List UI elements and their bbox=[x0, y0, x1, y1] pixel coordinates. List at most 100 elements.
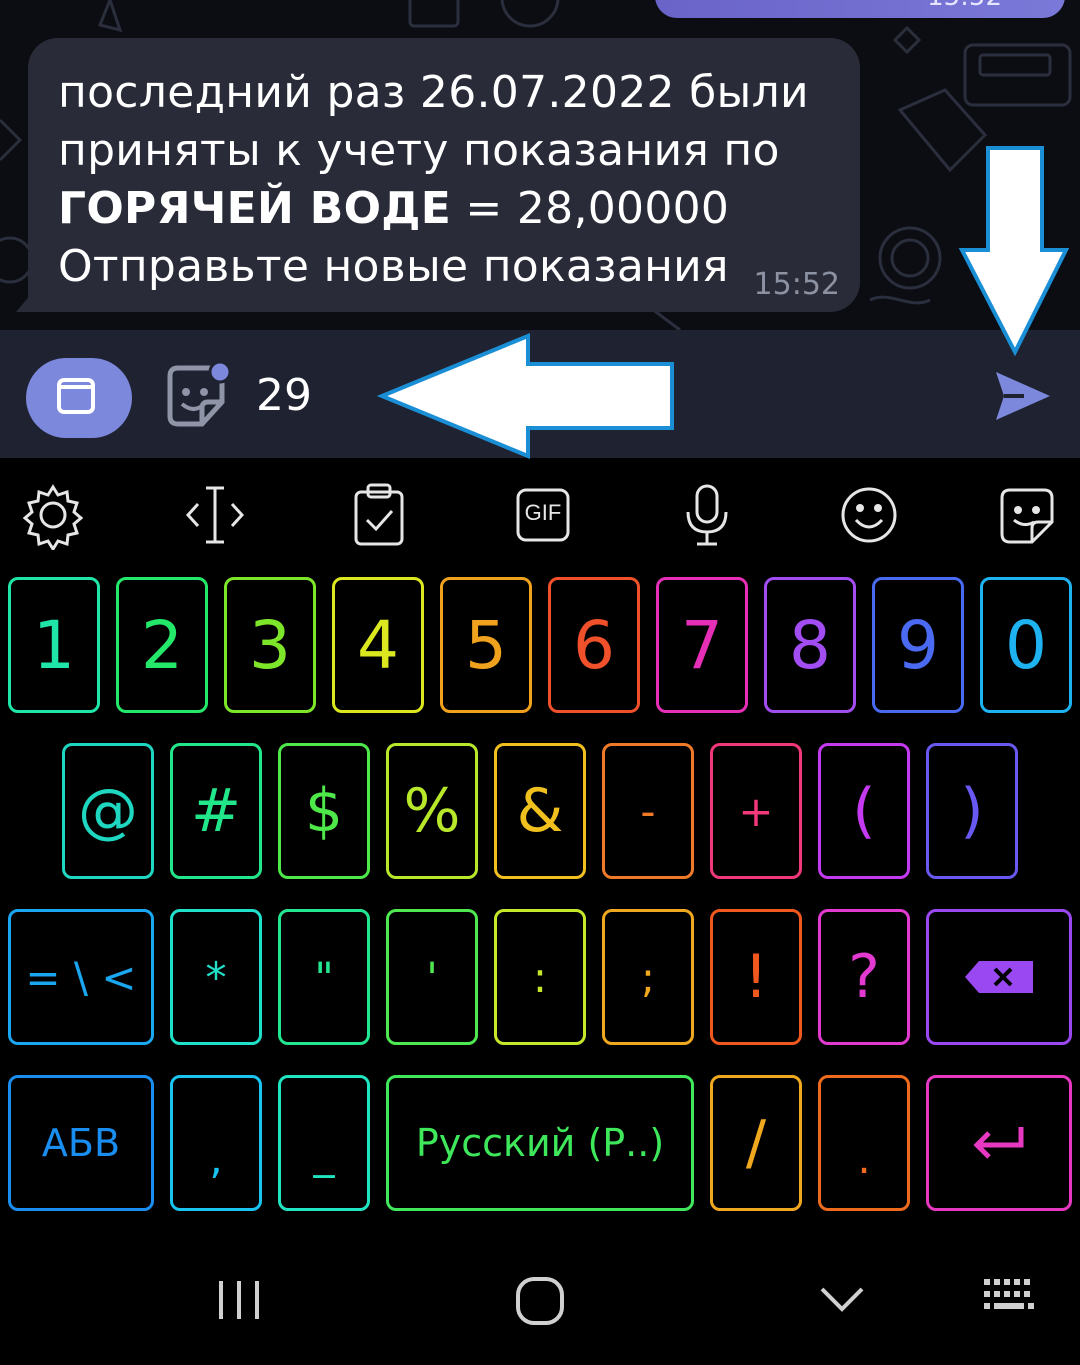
key-label: / bbox=[745, 1108, 767, 1178]
hide-keyboard-icon[interactable] bbox=[818, 1275, 866, 1323]
key-7[interactable]: 7 bbox=[656, 577, 748, 713]
key-exclamation[interactable]: ! bbox=[710, 909, 802, 1045]
keyboard-toolbar: GIF bbox=[0, 460, 1080, 570]
key-label: " bbox=[314, 952, 334, 1002]
emoji-icon[interactable] bbox=[834, 480, 904, 550]
message-line-1: последний раз 26.07.2022 были bbox=[58, 67, 809, 118]
incoming-message-bubble[interactable]: последний раз 26.07.2022 были приняты к … bbox=[28, 38, 860, 312]
key-plus[interactable]: + bbox=[710, 743, 802, 879]
key-label: ; bbox=[640, 952, 656, 1002]
text-cursor-icon[interactable] bbox=[180, 480, 250, 550]
key-label: 8 bbox=[789, 606, 831, 684]
message-line-4: Отправьте новые показания bbox=[58, 241, 729, 292]
key-label: @ bbox=[78, 776, 138, 846]
key-underscore[interactable]: _ bbox=[278, 1075, 370, 1211]
key-label: АБВ bbox=[41, 1121, 121, 1165]
key-1[interactable]: 1 bbox=[8, 577, 100, 713]
key-question[interactable]: ? bbox=[818, 909, 910, 1045]
key-close-paren[interactable]: ) bbox=[926, 743, 1018, 879]
home-icon[interactable] bbox=[514, 1275, 566, 1327]
key-4[interactable]: 4 bbox=[332, 577, 424, 713]
key-period[interactable]: . bbox=[818, 1075, 910, 1211]
key-label: _ bbox=[313, 1128, 335, 1178]
key-label: 5 bbox=[465, 606, 507, 684]
recents-icon[interactable] bbox=[214, 1275, 264, 1325]
key-label: 4 bbox=[357, 606, 399, 684]
key-label: $ bbox=[304, 776, 344, 846]
keyboard-toggle-button[interactable] bbox=[26, 358, 132, 438]
key-label: + bbox=[738, 786, 774, 836]
key-label: 2 bbox=[141, 606, 183, 684]
message-input[interactable]: 29 bbox=[256, 370, 312, 421]
key-semicolon[interactable]: ; bbox=[602, 909, 694, 1045]
message-line-3: ГОРЯЧЕЙ ВОДЕ = 28,00000 bbox=[58, 180, 729, 238]
key-open-paren[interactable]: ( bbox=[818, 743, 910, 879]
key-label: % bbox=[403, 776, 461, 846]
backspace-icon bbox=[965, 961, 1033, 993]
key-label: ) bbox=[960, 776, 984, 846]
key-asterisk[interactable]: * bbox=[170, 909, 262, 1045]
previous-message-time: 15:52 bbox=[927, 0, 1002, 12]
keyboard-toggle-icon bbox=[57, 378, 95, 414]
key-0[interactable]: 0 bbox=[980, 577, 1072, 713]
key-label: * bbox=[205, 952, 227, 1002]
key-8[interactable]: 8 bbox=[764, 577, 856, 713]
key-label: ' bbox=[426, 952, 438, 1002]
key-label: 3 bbox=[249, 606, 291, 684]
key-label: = \ < bbox=[25, 952, 137, 1002]
key-minus[interactable]: - bbox=[602, 743, 694, 879]
key-apostrophe[interactable]: ' bbox=[386, 909, 478, 1045]
message-value-text: = 28,00000 bbox=[451, 183, 730, 234]
chat-area: 15:52 последний раз 26.07.2022 были прин… bbox=[0, 0, 1080, 330]
key-2[interactable]: 2 bbox=[116, 577, 208, 713]
enter-icon bbox=[973, 1127, 1024, 1159]
key-space[interactable]: Русский (Р..) bbox=[386, 1075, 694, 1211]
message-input-bar: 29 bbox=[0, 330, 1080, 458]
key-ampersand[interactable]: & bbox=[494, 743, 586, 879]
message-line-2: приняты к учету показания по bbox=[58, 125, 780, 176]
key-backspace[interactable] bbox=[926, 909, 1072, 1045]
system-navigation-bar bbox=[0, 1245, 1080, 1365]
key-more-symbols[interactable]: = \ < bbox=[8, 909, 154, 1045]
key-label: 1 bbox=[33, 606, 75, 684]
key-label: , bbox=[209, 1133, 223, 1183]
key-label: ? bbox=[848, 942, 880, 1012]
sticker-icon[interactable] bbox=[160, 360, 232, 432]
key-label: . bbox=[857, 1133, 871, 1183]
key-label: : bbox=[532, 952, 548, 1002]
key-label: 0 bbox=[1005, 606, 1047, 684]
key-enter[interactable] bbox=[926, 1075, 1072, 1211]
key-label: 6 bbox=[573, 606, 615, 684]
message-bold-text: ГОРЯЧЕЙ ВОДЕ bbox=[58, 183, 452, 234]
key-label: 9 bbox=[897, 606, 939, 684]
keyboard-sticker-icon[interactable] bbox=[992, 480, 1062, 550]
key-label: - bbox=[640, 786, 656, 836]
key-3[interactable]: 3 bbox=[224, 577, 316, 713]
key-label: ( bbox=[852, 776, 876, 846]
keyboard-switch-icon[interactable] bbox=[982, 1275, 1038, 1319]
message-time: 15:52 bbox=[753, 267, 840, 302]
key-label: ! bbox=[743, 942, 769, 1012]
previous-message-bubble[interactable] bbox=[655, 0, 1065, 18]
microphone-icon[interactable] bbox=[672, 480, 742, 550]
key-dollar[interactable]: $ bbox=[278, 743, 370, 879]
key-label: # bbox=[190, 776, 242, 846]
clipboard-icon[interactable] bbox=[344, 480, 414, 550]
key-label: Русский (Р..) bbox=[415, 1121, 665, 1165]
key-colon[interactable]: : bbox=[494, 909, 586, 1045]
key-slash[interactable]: / bbox=[710, 1075, 802, 1211]
key-label: & bbox=[516, 776, 564, 846]
settings-icon[interactable] bbox=[18, 480, 88, 550]
gif-label: GIF bbox=[524, 500, 562, 525]
key-label: 7 bbox=[681, 606, 723, 684]
send-icon[interactable] bbox=[994, 370, 1052, 422]
key-5[interactable]: 5 bbox=[440, 577, 532, 713]
key-9[interactable]: 9 bbox=[872, 577, 964, 713]
key-comma[interactable]: , bbox=[170, 1075, 262, 1211]
key-double-quote[interactable]: " bbox=[278, 909, 370, 1045]
key-percent[interactable]: % bbox=[386, 743, 478, 879]
key-hash[interactable]: # bbox=[170, 743, 262, 879]
key-at[interactable]: @ bbox=[62, 743, 154, 879]
key-language-switch[interactable]: АБВ bbox=[8, 1075, 154, 1211]
key-6[interactable]: 6 bbox=[548, 577, 640, 713]
